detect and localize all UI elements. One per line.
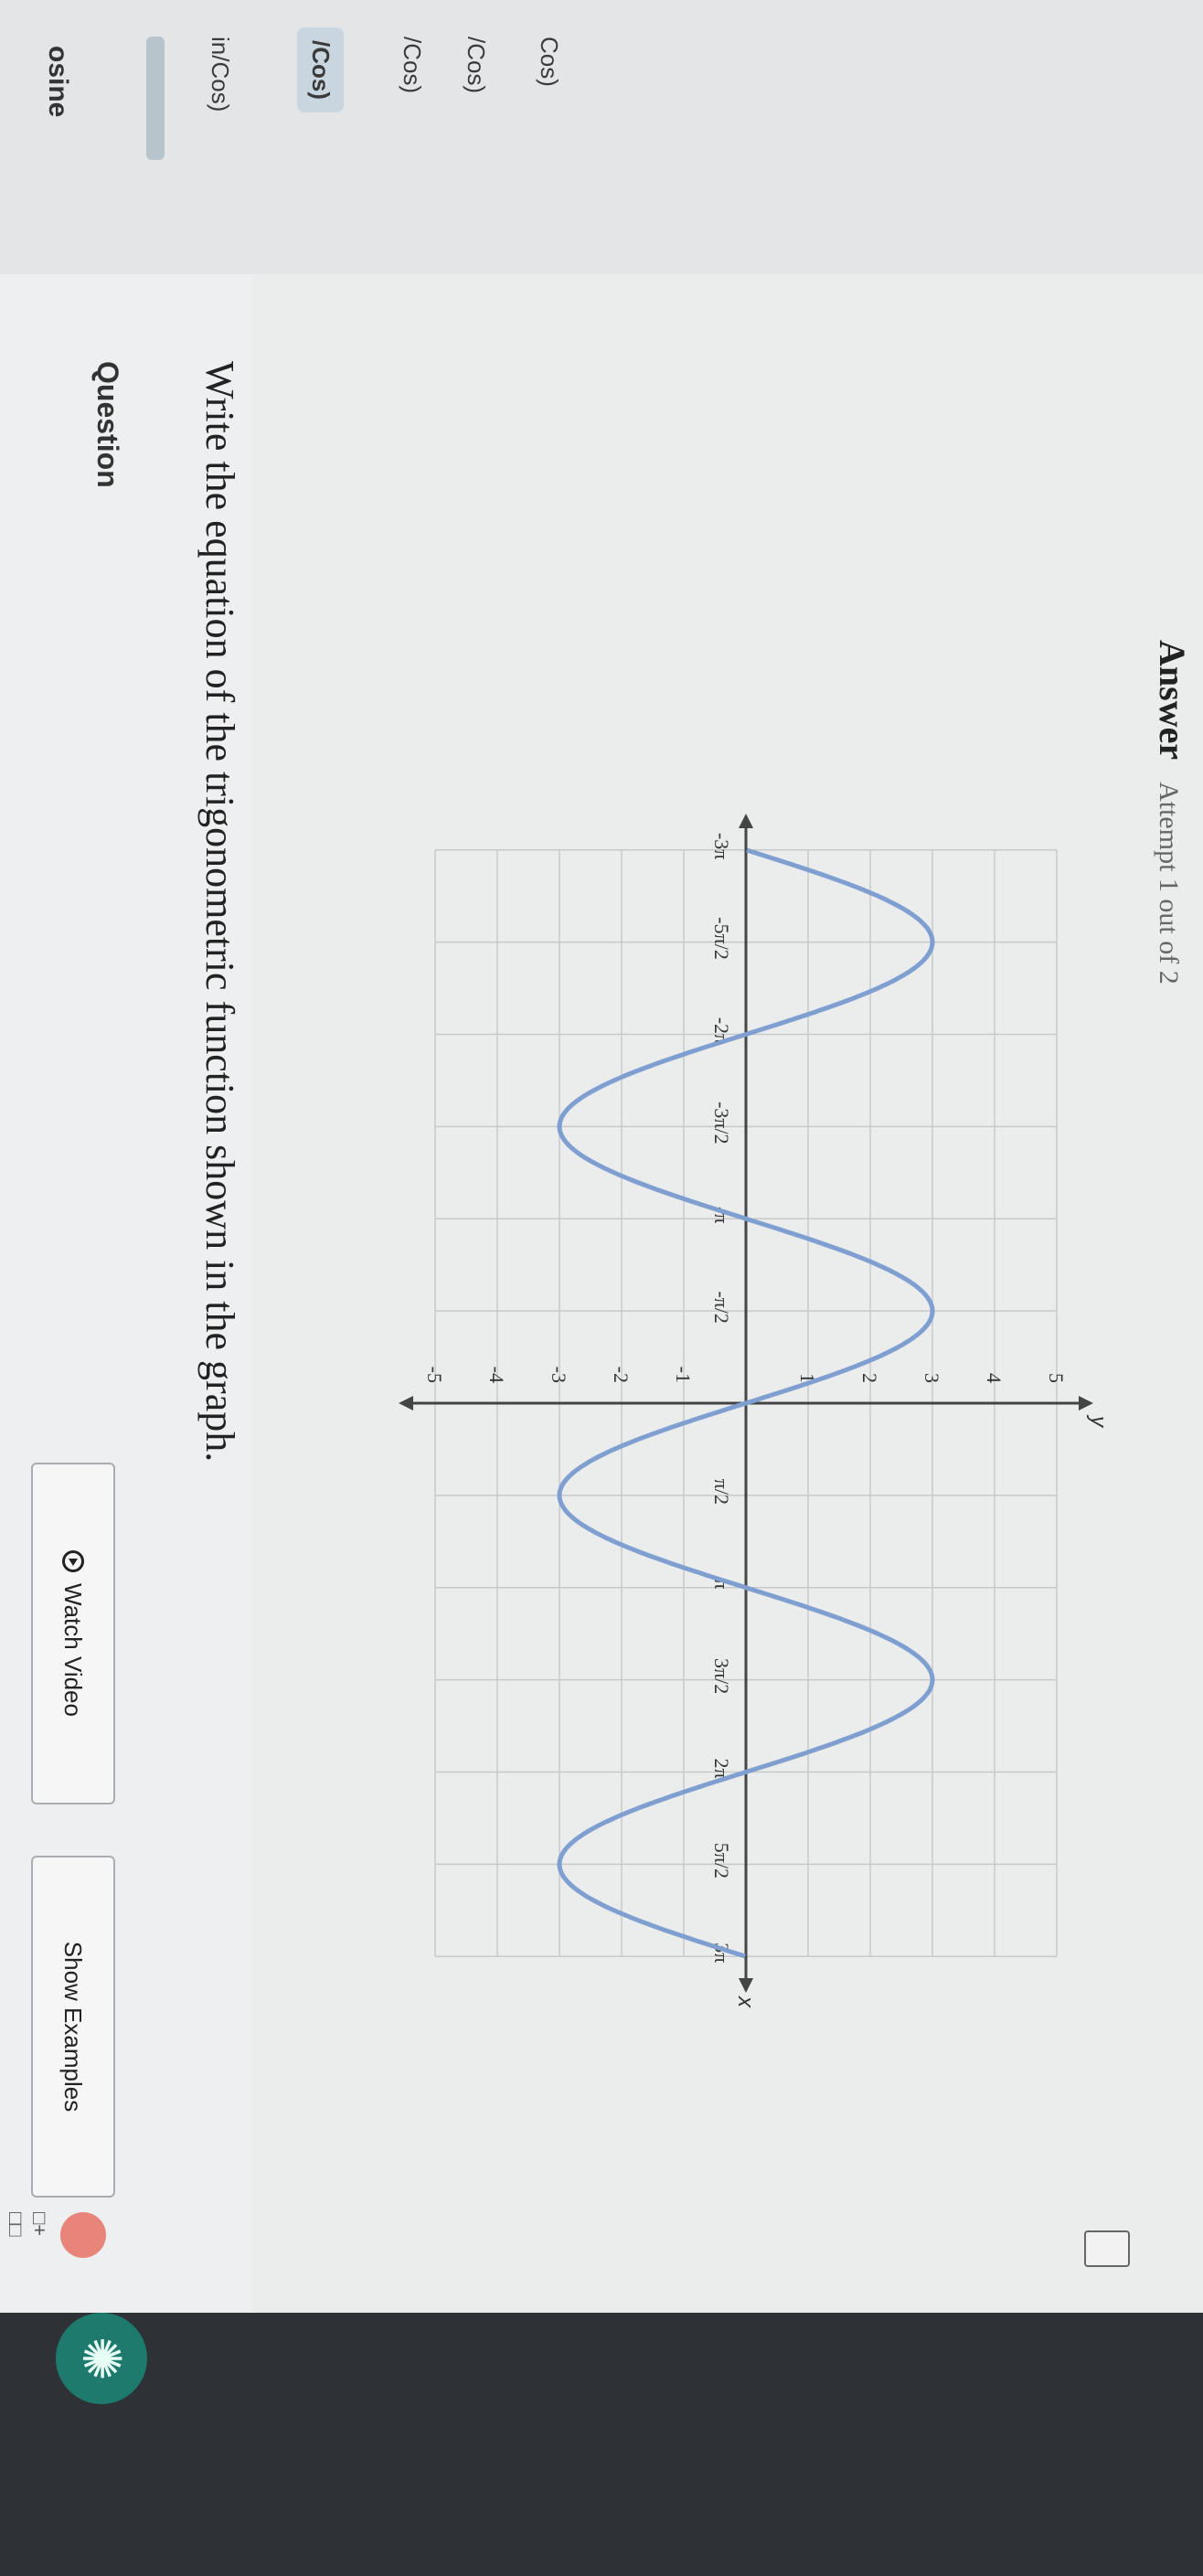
watch-video-button[interactable]: Watch Video	[31, 1463, 115, 1804]
question-label: Question	[91, 361, 124, 488]
app-window: osine in/Cos) /Cos) /Cos) /Cos) Cos) -3π…	[0, 0, 1203, 2576]
y-tick-label: 2	[858, 1373, 881, 1383]
calculator-icon[interactable]	[1084, 2230, 1130, 2267]
y-axis-arrow	[1079, 1396, 1093, 1410]
y-tick-label: -1	[672, 1367, 695, 1383]
sidebar-title: osine	[43, 46, 73, 118]
right-panel	[0, 2313, 1203, 2576]
y-tick-label: -3	[548, 1367, 570, 1383]
x-tick-label: -π/2	[710, 1291, 733, 1324]
y-tick-label: -4	[485, 1367, 508, 1383]
y-axis-arrow-bottom	[399, 1396, 413, 1410]
x-tick-label: 3π/2	[710, 1658, 733, 1694]
watch-video-label: Watch Video	[59, 1583, 88, 1717]
answer-label: Answer	[1152, 640, 1193, 761]
show-examples-label: Show Examples	[59, 1941, 88, 2113]
x-axis-arrow-left	[739, 814, 753, 828]
trig-graph: -3π-5π/2-2π-3π/2-π-π/2π/2π3π/22π5π/23π-5…	[399, 814, 1111, 2008]
x-tick-label: -3π/2	[710, 1102, 733, 1144]
sidebar-item-4[interactable]: /Cos)	[462, 37, 490, 93]
x-tick-label: -5π/2	[710, 917, 733, 960]
y-tick-label: 3	[921, 1373, 943, 1383]
y-axis-label: y	[1086, 1414, 1111, 1429]
attempt-count: Attempt 1 out of 2	[1154, 782, 1184, 985]
x-tick-label: 5π/2	[710, 1843, 733, 1879]
sidebar-item-5[interactable]: Cos)	[535, 37, 563, 87]
question-prompt: Write the equation of the trigonometric …	[197, 361, 242, 1463]
main-panel: -3π -5π/2 -2π -3π/2 -π -π/2 π/2 π 3π/2 2π 5π/2 3π -5…	[252, 274, 1203, 2576]
x-tick-label: π/2	[710, 1479, 733, 1505]
play-icon	[62, 1550, 84, 1572]
y-tick-label: -5	[423, 1367, 446, 1383]
sidebar-accent	[146, 37, 165, 160]
help-icon[interactable]	[60, 2212, 106, 2258]
answer-row: Answer Attempt 1 out of 2	[1151, 640, 1194, 985]
sidebar: osine in/Cos) /Cos) /Cos) /Cos) Cos)	[0, 0, 1203, 275]
x-axis-label: x	[733, 1996, 758, 2008]
sidebar-item-1[interactable]: in/Cos)	[206, 37, 234, 112]
y-tick-label: 5	[1045, 1373, 1068, 1383]
assistant-icon[interactable]: ✺	[56, 2313, 147, 2404]
show-examples-button[interactable]: Show Examples	[31, 1856, 115, 2198]
x-tick-label: -3π	[710, 833, 733, 859]
grid-icon[interactable]: □+ □□	[4, 2212, 51, 2237]
x-axis-arrow	[739, 1978, 753, 1993]
sidebar-item-2[interactable]: /Cos)	[297, 27, 344, 112]
y-tick-label: 4	[983, 1373, 1006, 1383]
y-tick-label: -2	[610, 1367, 633, 1383]
sidebar-item-3[interactable]: /Cos)	[398, 37, 426, 93]
